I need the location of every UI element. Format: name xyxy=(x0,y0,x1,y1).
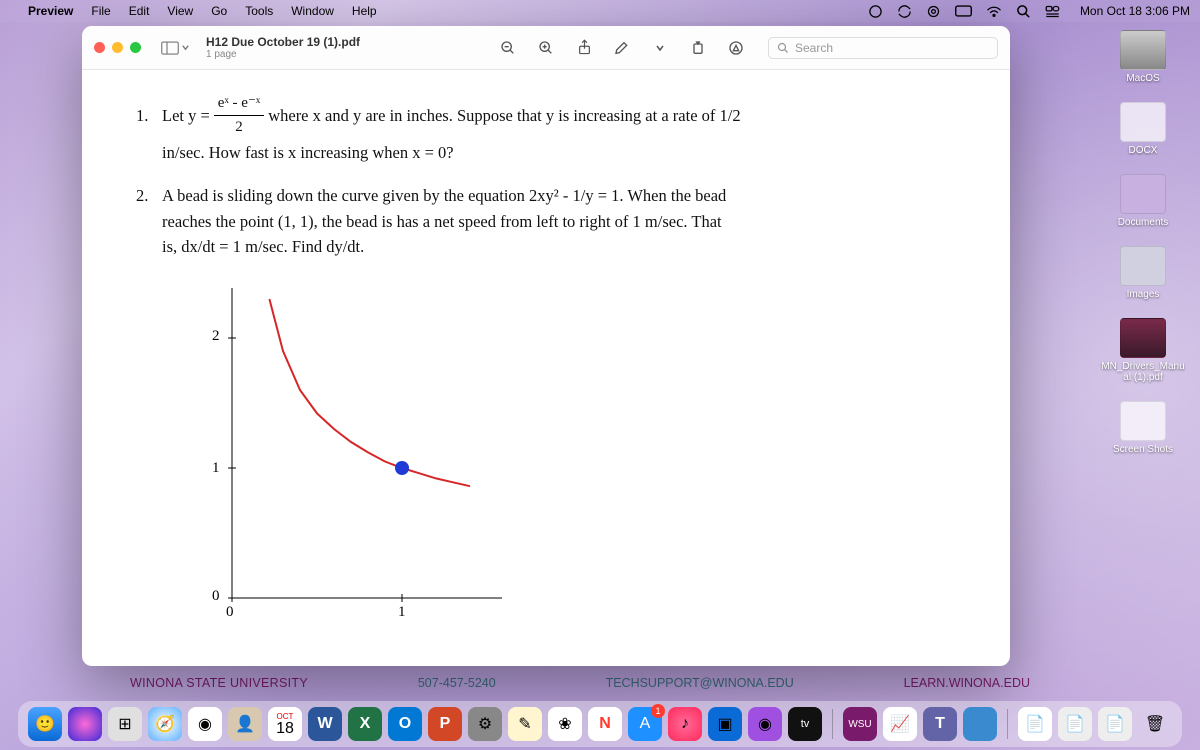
minimize-button[interactable] xyxy=(112,42,123,53)
dock-finder[interactable]: 🙂 xyxy=(28,707,62,741)
dock-launchpad[interactable]: ⊞ xyxy=(108,707,142,741)
control-center-icon[interactable] xyxy=(1045,5,1060,18)
document-title: H12 Due October 19 (1).pdf 1 page xyxy=(206,35,360,60)
menu-view[interactable]: View xyxy=(167,4,193,18)
sidebar-toggle-button[interactable] xyxy=(161,41,190,55)
menu-window[interactable]: Window xyxy=(291,4,334,18)
desktop-icon-documents[interactable]: Documents xyxy=(1118,174,1169,228)
search-icon xyxy=(777,42,789,54)
menu-tools[interactable]: Tools xyxy=(245,4,273,18)
desktop-icon-images[interactable]: Images xyxy=(1120,246,1166,300)
desktop-icon-docx[interactable]: DOCX xyxy=(1120,102,1166,156)
dock-separator xyxy=(832,709,833,739)
close-button[interactable] xyxy=(94,42,105,53)
dock-music[interactable]: ♪ xyxy=(668,707,702,741)
desktop-icon-drivers-manual[interactable]: MN_Drivers_Manual (1).pdf xyxy=(1099,318,1187,383)
dock-app-generic-1[interactable] xyxy=(963,707,997,741)
dock-notes[interactable]: ✎ xyxy=(508,707,542,741)
chevron-down-icon[interactable] xyxy=(652,40,668,56)
toolbar xyxy=(500,40,744,56)
dock-outlook[interactable]: O xyxy=(388,707,422,741)
dock-zoom[interactable]: ▣ xyxy=(708,707,742,741)
display-icon[interactable] xyxy=(955,5,972,17)
dock-trash[interactable]: 🗑 xyxy=(1138,707,1172,741)
dock-tv[interactable]: tv xyxy=(788,707,822,741)
dock: 🙂 ⊞ 🧭 ◉ 👤 OCT18 W X O P ⚙ ✎ ❀ N A1 ♪ ▣ ◉… xyxy=(18,701,1182,747)
menu-edit[interactable]: Edit xyxy=(129,4,150,18)
dock-teams[interactable]: T xyxy=(923,707,957,741)
preview-window: H12 Due October 19 (1).pdf 1 page Search… xyxy=(82,26,1010,666)
dock-separator-2 xyxy=(1007,709,1008,739)
problem-1-lead: Let y = xyxy=(162,103,210,129)
desktop-icon-screenshots[interactable]: Screen Shots xyxy=(1113,401,1173,455)
fraction: eˣ - e⁻ˣ 2 xyxy=(214,92,264,140)
problem-2: 2. A bead is sliding down the curve give… xyxy=(112,183,980,260)
window-controls xyxy=(94,42,141,53)
dock-powerpoint[interactable]: P xyxy=(428,707,462,741)
dock-photos[interactable]: ❀ xyxy=(548,707,582,741)
menubar: Preview File Edit View Go Tools Window H… xyxy=(0,0,1200,22)
share-icon[interactable] xyxy=(576,40,592,56)
dock-recent-1[interactable]: 📄 xyxy=(1018,707,1052,741)
zoom-out-icon[interactable] xyxy=(500,40,516,56)
menu-file[interactable]: File xyxy=(91,4,110,18)
problem-1-text-2: in/sec. How fast is x increasing when x … xyxy=(112,140,980,166)
clock[interactable]: Mon Oct 18 3:06 PM xyxy=(1080,4,1190,18)
problem-1: 1. Let y = eˣ - e⁻ˣ 2 where x and y are … xyxy=(112,92,980,165)
dock-safari[interactable]: 🧭 xyxy=(148,707,182,741)
ytick-0: 0 xyxy=(212,588,220,605)
fullscreen-button[interactable] xyxy=(130,42,141,53)
search-placeholder: Search xyxy=(795,41,833,55)
menu-go[interactable]: Go xyxy=(211,4,227,18)
banner-url: LEARN.WINONA.EDU xyxy=(904,676,1030,690)
dock-activity[interactable]: 📈 xyxy=(883,707,917,741)
window-titlebar: H12 Due October 19 (1).pdf 1 page Search xyxy=(82,26,1010,70)
search-input[interactable]: Search xyxy=(768,37,998,59)
target-icon[interactable] xyxy=(926,4,941,19)
wallpaper-banner: WINONA STATE UNIVERSITY 507-457-5240 TEC… xyxy=(130,672,1030,694)
xtick-1: 1 xyxy=(398,604,406,621)
problem-1-text: where x and y are in inches. Suppose tha… xyxy=(268,103,740,129)
plot: 2 1 0 0 1 xyxy=(182,278,522,628)
banner-phone: 507-457-5240 xyxy=(418,676,496,690)
problem-1-number: 1. xyxy=(136,103,162,129)
markup-icon[interactable] xyxy=(614,40,630,56)
dock-wsu[interactable]: WSU xyxy=(843,707,877,741)
dock-word[interactable]: W xyxy=(308,707,342,741)
filename-label: H12 Due October 19 (1).pdf xyxy=(206,35,360,49)
rotate-icon[interactable] xyxy=(690,40,706,56)
banner-email: TECHSUPPORT@WINONA.EDU xyxy=(606,676,794,690)
dock-chrome[interactable]: ◉ xyxy=(188,707,222,741)
dock-news[interactable]: N xyxy=(588,707,622,741)
dock-appstore[interactable]: A1 xyxy=(628,707,662,741)
zoom-in-icon[interactable] xyxy=(538,40,554,56)
dock-calendar[interactable]: OCT18 xyxy=(268,707,302,741)
page-count-label: 1 page xyxy=(206,49,360,60)
desktop: MacOS DOCX Documents Images MN_Drivers_M… xyxy=(1098,30,1188,455)
info-icon[interactable] xyxy=(728,40,744,56)
dock-recent-3[interactable]: 📄 xyxy=(1098,707,1132,741)
dock-excel[interactable]: X xyxy=(348,707,382,741)
banner-university: WINONA STATE UNIVERSITY xyxy=(130,676,308,690)
ytick-2: 2 xyxy=(212,328,220,345)
problem-2-number: 2. xyxy=(136,183,162,260)
spotlight-icon[interactable] xyxy=(1016,4,1031,19)
notifications-icon[interactable] xyxy=(868,4,883,19)
xtick-0: 0 xyxy=(226,604,234,621)
dock-siri[interactable] xyxy=(68,707,102,741)
app-menu[interactable]: Preview xyxy=(28,4,73,18)
document-content[interactable]: 1. Let y = eˣ - e⁻ˣ 2 where x and y are … xyxy=(82,70,1010,666)
dock-contacts[interactable]: 👤 xyxy=(228,707,262,741)
dock-preferences[interactable]: ⚙ xyxy=(468,707,502,741)
desktop-icon-macos[interactable]: MacOS xyxy=(1120,30,1166,84)
dock-recent-2[interactable]: 📄 xyxy=(1058,707,1092,741)
wifi-icon[interactable] xyxy=(986,5,1002,18)
menu-help[interactable]: Help xyxy=(352,4,377,18)
problem-2-body: A bead is sliding down the curve given b… xyxy=(162,183,726,260)
ytick-1: 1 xyxy=(212,460,220,477)
sync-icon[interactable] xyxy=(897,4,912,19)
dock-podcasts[interactable]: ◉ xyxy=(748,707,782,741)
